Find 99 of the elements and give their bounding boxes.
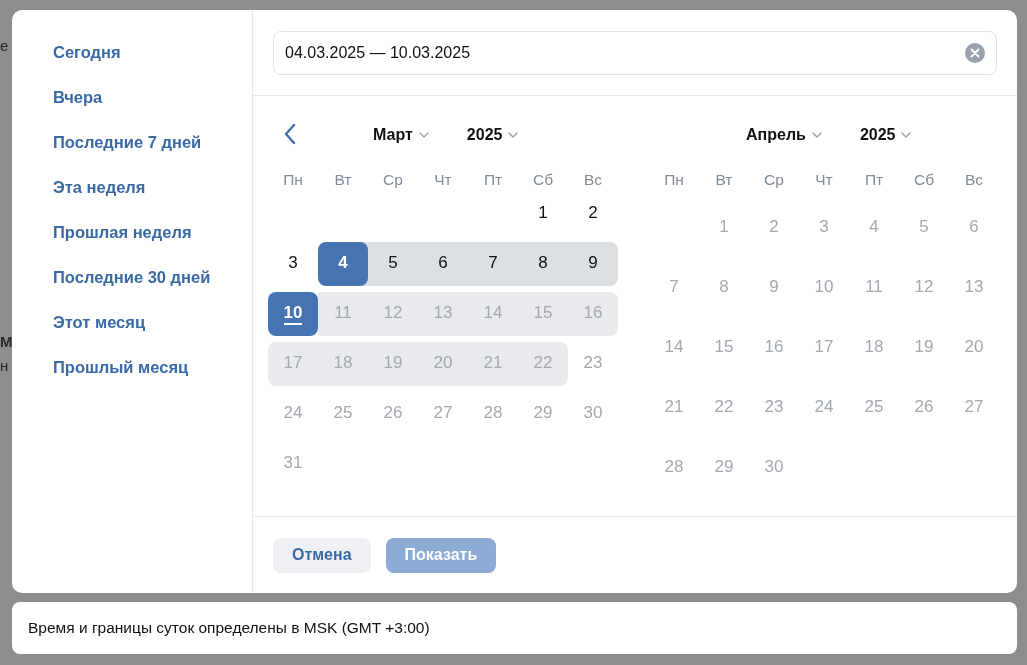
timezone-note: Время и границы суток определены в MSK (GMT +3:00) (28, 619, 430, 637)
preset-link[interactable]: Эта неделя (53, 178, 252, 196)
year-select[interactable]: 2025 (466, 125, 519, 144)
calendar-day[interactable]: 15 (699, 326, 749, 370)
weekday-label: Сб (912, 171, 936, 189)
calendar-day[interactable]: 22 (518, 342, 568, 386)
preset-link[interactable]: Этот месяц (53, 313, 252, 331)
clear-icon[interactable] (965, 43, 985, 63)
weekday-label: Вс (963, 171, 985, 189)
calendar-day[interactable]: 13 (949, 266, 999, 310)
calendar-day[interactable]: 25 (318, 392, 368, 436)
calendar-day[interactable]: 17 (268, 342, 318, 386)
calendar-day[interactable]: 19 (368, 342, 418, 386)
calendar-day[interactable]: 28 (649, 446, 699, 490)
calendar-day[interactable]: 3 (268, 242, 318, 286)
calendar-day[interactable]: 2 (568, 192, 618, 236)
preset-link[interactable]: Сегодня (53, 43, 252, 61)
backdrop-text: е (0, 37, 10, 55)
calendar-day[interactable]: 15 (518, 292, 568, 336)
year-select[interactable]: 2025 (859, 125, 912, 144)
weekday-label: Вт (333, 171, 353, 189)
calendar-day[interactable]: 29 (699, 446, 749, 490)
calendar-day[interactable]: 23 (749, 386, 799, 430)
preset-link[interactable]: Вчера (53, 88, 252, 106)
preset-link[interactable]: Последние 7 дней (53, 133, 252, 151)
weekday-label: Пт (482, 171, 504, 189)
calendar-day[interactable]: 26 (368, 392, 418, 436)
preset-link[interactable]: Прошлая неделя (53, 223, 252, 241)
weekday-label: Пт (863, 171, 885, 189)
calendar-day[interactable]: 21 (468, 342, 518, 386)
weekday-label: Пн (282, 171, 304, 189)
calendar-day[interactable]: 5 (368, 242, 418, 286)
calendar-day[interactable]: 30 (749, 446, 799, 490)
calendar-day[interactable]: 24 (268, 392, 318, 436)
chevron-down-icon (901, 131, 912, 138)
calendar-day[interactable]: 3 (799, 206, 849, 250)
calendar-day[interactable]: 20 (418, 342, 468, 386)
weekday-label: Вс (582, 171, 604, 189)
calendar-day[interactable]: 16 (568, 292, 618, 336)
weekday-label: Ср (763, 171, 785, 189)
calendar-day[interactable]: 30 (568, 392, 618, 436)
month-select[interactable]: Март (373, 125, 429, 144)
calendar-day[interactable]: 28 (468, 392, 518, 436)
weekday-label: Сб (531, 171, 555, 189)
weekday-label: Пн (663, 171, 685, 189)
calendar-day[interactable]: 1 (518, 192, 568, 236)
calendar-day[interactable]: 5 (899, 206, 949, 250)
calendar-day[interactable]: 19 (899, 326, 949, 370)
calendar-day[interactable]: 16 (749, 326, 799, 370)
calendar-day[interactable]: 8 (699, 266, 749, 310)
calendar-day[interactable]: 9 (568, 242, 618, 286)
weekday-label: Чт (433, 171, 453, 189)
calendar-day[interactable]: 12 (899, 266, 949, 310)
backdrop-text: н (0, 357, 10, 375)
chevron-down-icon (508, 131, 519, 138)
calendar-day[interactable]: 1 (699, 206, 749, 250)
preset-link[interactable]: Последние 30 дней (53, 268, 252, 286)
calendar-day[interactable]: 11 (849, 266, 899, 310)
calendar-day[interactable]: 26 (899, 386, 949, 430)
calendar-day[interactable]: 24 (799, 386, 849, 430)
calendar-day[interactable]: 27 (418, 392, 468, 436)
calendar-day[interactable]: 17 (799, 326, 849, 370)
calendar-day[interactable]: 23 (568, 342, 618, 386)
calendar-day[interactable]: 10 (799, 266, 849, 310)
calendar-day[interactable]: 9 (749, 266, 799, 310)
calendar-day[interactable]: 18 (849, 326, 899, 370)
weekday-label: Чт (814, 171, 834, 189)
weekday-label: Вт (714, 171, 734, 189)
calendar-day[interactable]: 18 (318, 342, 368, 386)
calendar-day[interactable]: 7 (649, 266, 699, 310)
calendar-day[interactable]: 6 (949, 206, 999, 250)
calendar-day[interactable]: 13 (418, 292, 468, 336)
calendar-day[interactable]: 10 (268, 292, 318, 336)
calendar-day[interactable]: 2 (749, 206, 799, 250)
calendar-day[interactable]: 7 (468, 242, 518, 286)
calendar-day[interactable]: 31 (268, 442, 318, 486)
weekday-label: Ср (382, 171, 404, 189)
calendar-day[interactable]: 14 (649, 326, 699, 370)
calendar-day[interactable]: 21 (649, 386, 699, 430)
calendar-day[interactable]: 14 (468, 292, 518, 336)
chevron-down-icon (811, 131, 822, 138)
chevron-left-icon (284, 123, 296, 145)
calendar-day[interactable]: 27 (949, 386, 999, 430)
calendar-day[interactable]: 22 (699, 386, 749, 430)
backdrop-text: М (0, 333, 12, 351)
calendar-day[interactable]: 12 (368, 292, 418, 336)
calendar-day[interactable]: 8 (518, 242, 568, 286)
cancel-button[interactable]: Отмена (273, 537, 371, 573)
calendar-day[interactable]: 4 (849, 206, 899, 250)
calendar-day[interactable]: 11 (318, 292, 368, 336)
calendar-day[interactable]: 20 (949, 326, 999, 370)
chevron-down-icon (418, 131, 429, 138)
date-range-field[interactable]: 04.03.2025 — 10.03.2025 (273, 31, 997, 75)
calendar-day[interactable]: 29 (518, 392, 568, 436)
month-select[interactable]: Апрель (746, 125, 822, 144)
calendar-day[interactable]: 25 (849, 386, 899, 430)
calendar-day[interactable]: 6 (418, 242, 468, 286)
preset-link[interactable]: Прошлый месяц (53, 358, 252, 376)
calendar-day[interactable]: 4 (318, 242, 368, 286)
